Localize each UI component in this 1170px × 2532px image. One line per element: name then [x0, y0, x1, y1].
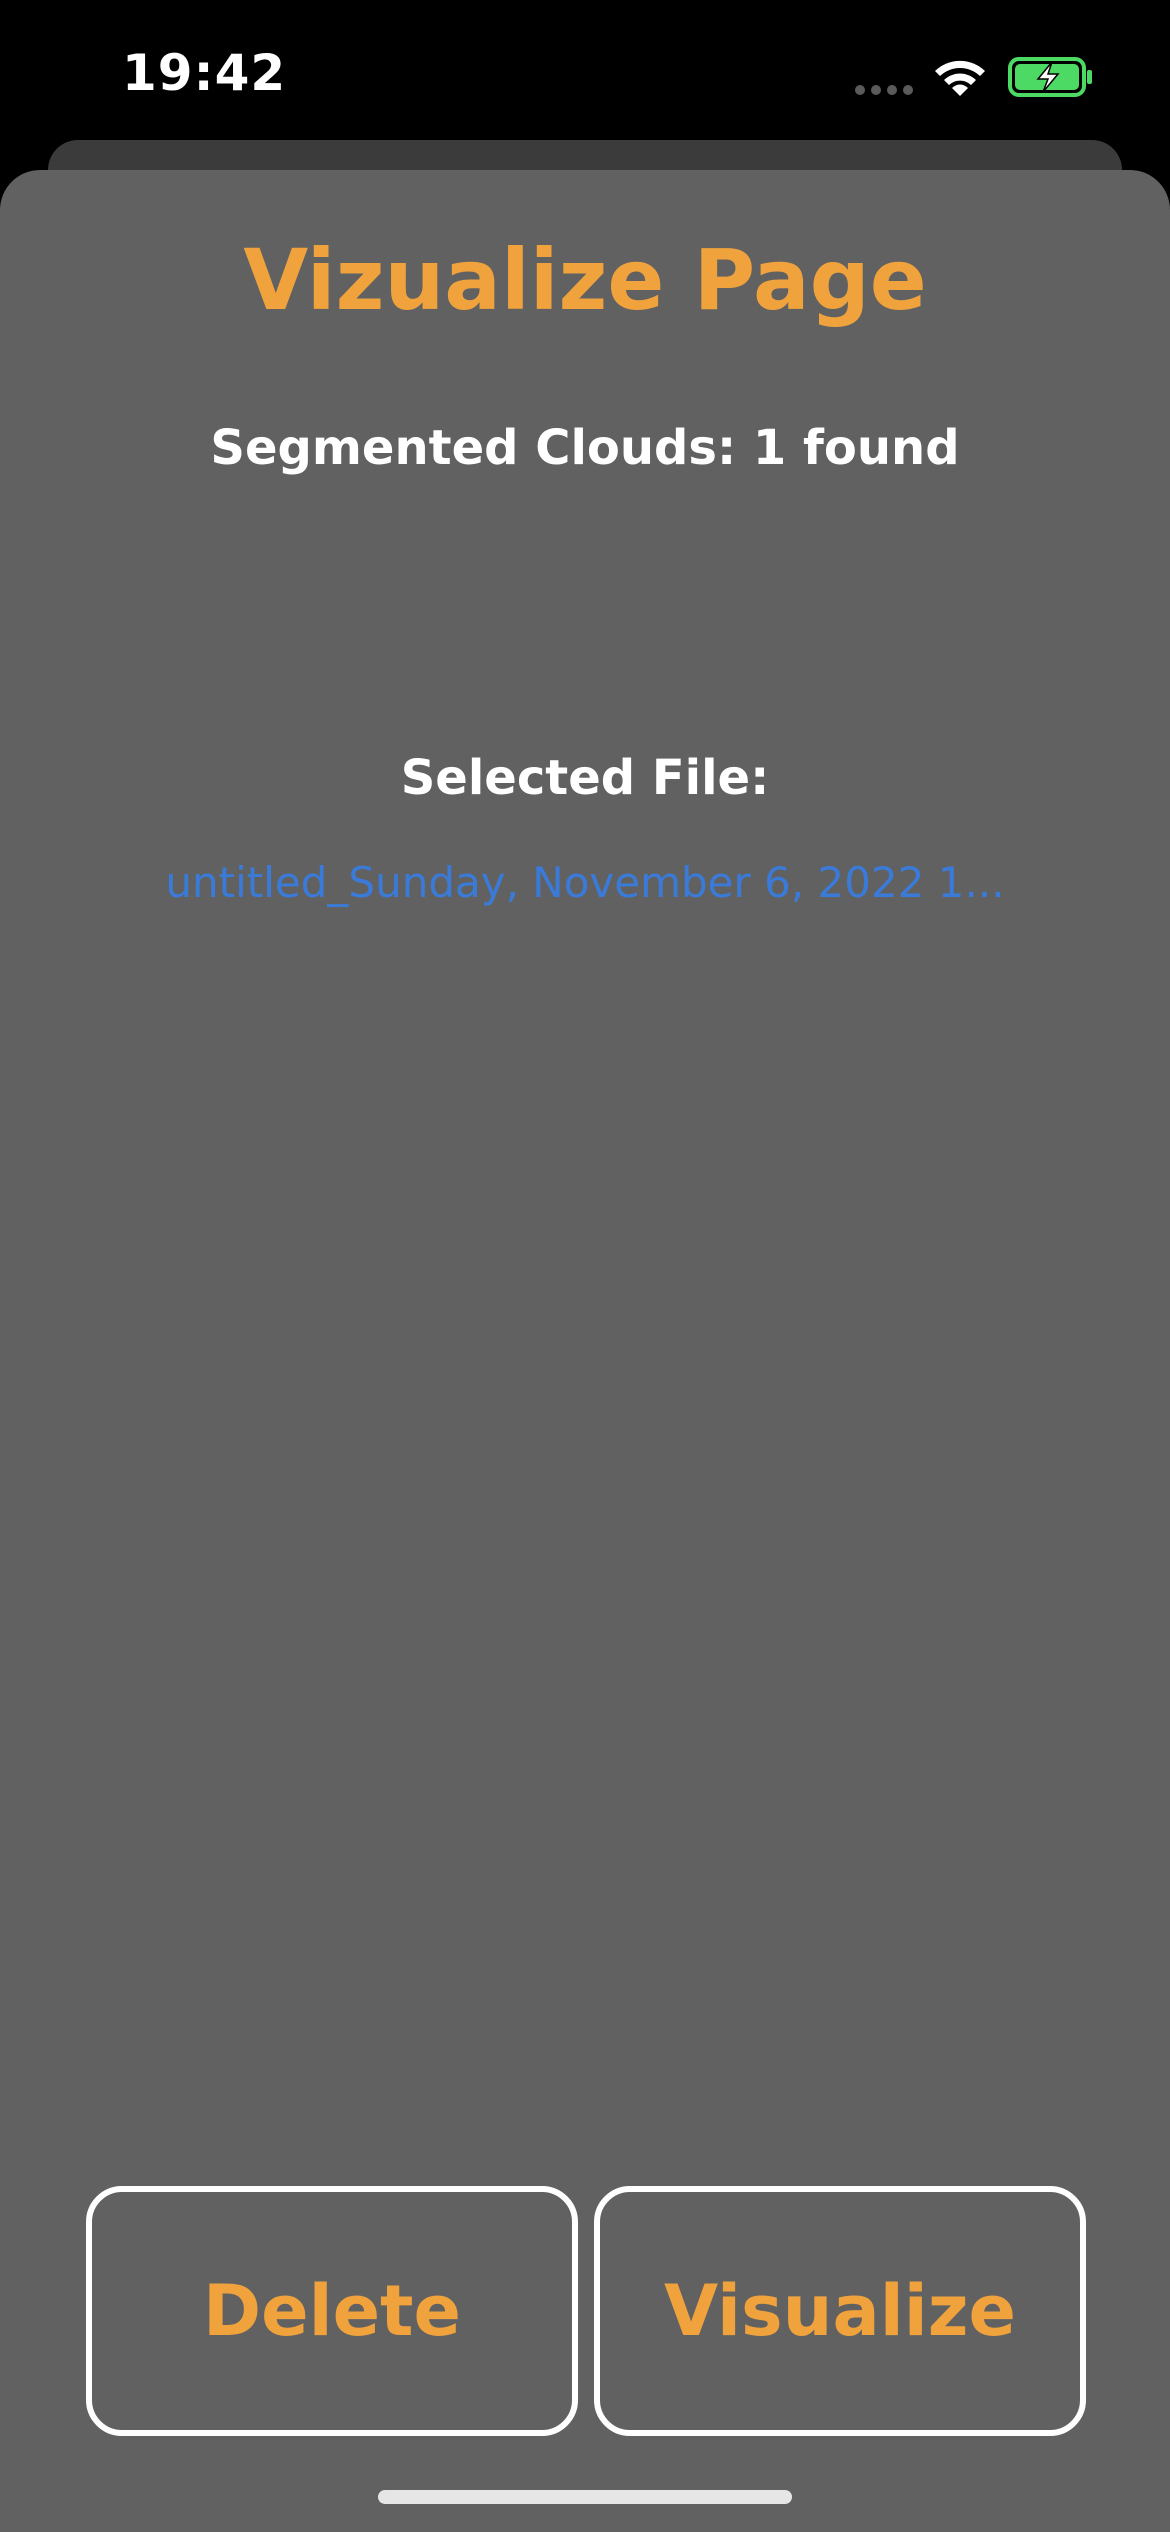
status-bar: 19:42: [0, 0, 1170, 150]
visualize-button[interactable]: Visualize: [594, 2186, 1086, 2436]
delete-button[interactable]: Delete: [86, 2186, 578, 2436]
selected-file-label: Selected File:: [400, 750, 770, 806]
page-title: Vizualize Page: [243, 231, 927, 329]
selected-file-link[interactable]: untitled_Sunday, November 6, 2022 1...: [160, 856, 1010, 910]
modal-sheet: [0, 170, 1170, 2532]
signal-dots-icon: [855, 85, 913, 95]
status-time: 19:42: [122, 44, 287, 102]
battery-charging-icon: [1008, 57, 1092, 97]
segmented-clouds-count: Segmented Clouds: 1 found: [210, 420, 960, 476]
screen: 19:42 Vizualize Page Segmented Clouds: 1…: [0, 0, 1170, 2532]
home-indicator[interactable]: [378, 2490, 792, 2504]
wifi-icon: [935, 60, 985, 96]
